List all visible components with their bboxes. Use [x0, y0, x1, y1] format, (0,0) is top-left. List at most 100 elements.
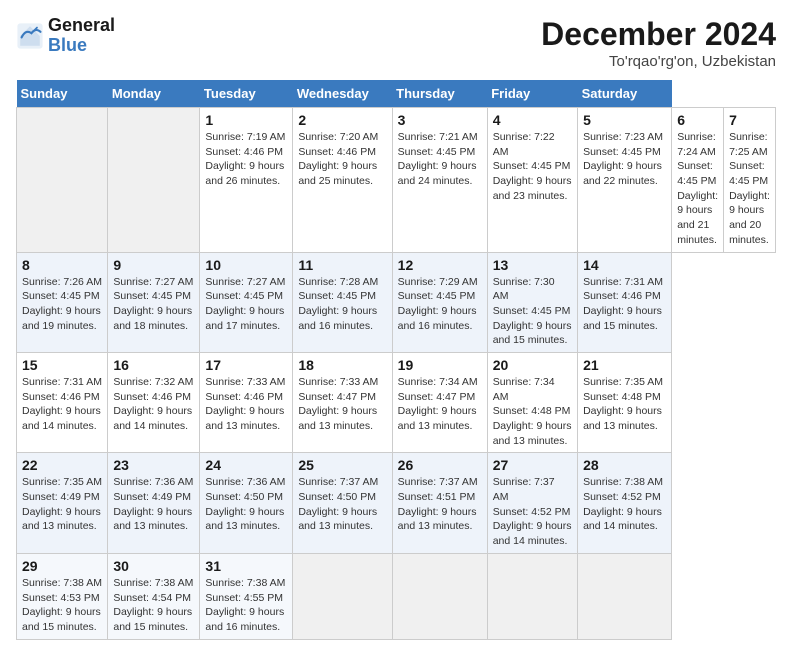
day-number: 5	[583, 112, 666, 128]
day-number: 19	[398, 357, 482, 373]
day-info: Sunrise: 7:38 AMSunset: 4:55 PMDaylight:…	[205, 576, 287, 635]
day-number: 9	[113, 257, 194, 273]
weekday-header-thursday: Thursday	[392, 80, 487, 108]
calendar-cell: 13 Sunrise: 7:30 AMSunset: 4:45 PMDayligh…	[487, 252, 577, 352]
logo-text: General Blue	[48, 16, 115, 56]
day-number: 18	[298, 357, 386, 373]
calendar-cell: 6 Sunrise: 7:24 AMSunset: 4:45 PMDaylight…	[672, 108, 724, 253]
day-number: 20	[493, 357, 572, 373]
logo: General Blue	[16, 16, 115, 56]
calendar-cell: 20 Sunrise: 7:34 AMSunset: 4:48 PMDayligh…	[487, 352, 577, 452]
day-info: Sunrise: 7:27 AMSunset: 4:45 PMDaylight:…	[205, 275, 287, 334]
calendar-week-row: 8Sunrise: 7:26 AMSunset: 4:45 PMDaylight…	[17, 252, 776, 352]
day-info: Sunrise: 7:35 AMSunset: 4:49 PMDaylight:…	[22, 475, 102, 534]
calendar-table: SundayMondayTuesdayWednesdayThursdayFrid…	[16, 80, 776, 640]
location-subtitle: To'rqao'rg'on, Uzbekistan	[541, 53, 776, 70]
calendar-cell	[293, 553, 392, 639]
calendar-cell: 29 Sunrise: 7:38 AMSunset: 4:53 PMDayligh…	[17, 553, 108, 639]
month-year-title: December 2024	[541, 16, 776, 53]
day-number: 17	[205, 357, 287, 373]
day-info: Sunrise: 7:33 AMSunset: 4:47 PMDaylight:…	[298, 375, 386, 434]
day-info: Sunrise: 7:33 AMSunset: 4:46 PMDaylight:…	[205, 375, 287, 434]
calendar-cell	[108, 108, 200, 253]
day-info: Sunrise: 7:32 AMSunset: 4:46 PMDaylight:…	[113, 375, 194, 434]
day-info: Sunrise: 7:36 AMSunset: 4:50 PMDaylight:…	[205, 475, 287, 534]
day-number: 24	[205, 457, 287, 473]
calendar-cell: 10 Sunrise: 7:27 AMSunset: 4:45 PMDayligh…	[200, 252, 293, 352]
day-number: 23	[113, 457, 194, 473]
weekday-header-wednesday: Wednesday	[293, 80, 392, 108]
calendar-cell: 11Sunrise: 7:28 AMSunset: 4:45 PMDayligh…	[293, 252, 392, 352]
day-number: 29	[22, 558, 102, 574]
calendar-cell: 15 Sunrise: 7:31 AMSunset: 4:46 PMDayligh…	[17, 352, 108, 452]
weekday-header-tuesday: Tuesday	[200, 80, 293, 108]
weekday-header-friday: Friday	[487, 80, 577, 108]
calendar-cell: 30 Sunrise: 7:38 AMSunset: 4:54 PMDayligh…	[108, 553, 200, 639]
calendar-cell: 18 Sunrise: 7:33 AMSunset: 4:47 PMDayligh…	[293, 352, 392, 452]
calendar-cell: 12 Sunrise: 7:29 AMSunset: 4:45 PMDayligh…	[392, 252, 487, 352]
calendar-cell: 17 Sunrise: 7:33 AMSunset: 4:46 PMDayligh…	[200, 352, 293, 452]
day-info: Sunrise: 7:27 AMSunset: 4:45 PMDaylight:…	[113, 275, 194, 334]
calendar-cell: 9 Sunrise: 7:27 AMSunset: 4:45 PMDaylight…	[108, 252, 200, 352]
day-info: Sunrise: 7:30 AMSunset: 4:45 PMDaylight:…	[493, 275, 572, 348]
calendar-cell: 7Sunrise: 7:25 AMSunset: 4:45 PMDaylight…	[724, 108, 776, 253]
day-info: Sunrise: 7:23 AMSunset: 4:45 PMDaylight:…	[583, 130, 666, 189]
day-number: 16	[113, 357, 194, 373]
day-number: 31	[205, 558, 287, 574]
calendar-cell	[392, 553, 487, 639]
day-info: Sunrise: 7:31 AMSunset: 4:46 PMDaylight:…	[22, 375, 102, 434]
calendar-header-row: SundayMondayTuesdayWednesdayThursdayFrid…	[17, 80, 776, 108]
day-info: Sunrise: 7:31 AMSunset: 4:46 PMDaylight:…	[583, 275, 666, 334]
day-info: Sunrise: 7:38 AMSunset: 4:53 PMDaylight:…	[22, 576, 102, 635]
day-number: 4	[493, 112, 572, 128]
day-number: 6	[677, 112, 718, 128]
day-number: 13	[493, 257, 572, 273]
calendar-cell	[17, 108, 108, 253]
day-number: 8	[22, 257, 102, 273]
day-info: Sunrise: 7:38 AMSunset: 4:54 PMDaylight:…	[113, 576, 194, 635]
calendar-cell: 16 Sunrise: 7:32 AMSunset: 4:46 PMDayligh…	[108, 352, 200, 452]
calendar-cell: 22 Sunrise: 7:35 AMSunset: 4:49 PMDayligh…	[17, 453, 108, 553]
title-block: December 2024 To'rqao'rg'on, Uzbekistan	[541, 16, 776, 70]
calendar-cell: 23 Sunrise: 7:36 AMSunset: 4:49 PMDayligh…	[108, 453, 200, 553]
day-number: 12	[398, 257, 482, 273]
calendar-cell: 21 Sunrise: 7:35 AMSunset: 4:48 PMDayligh…	[578, 352, 672, 452]
page-header: General Blue December 2024 To'rqao'rg'on…	[16, 16, 776, 70]
day-info: Sunrise: 7:37 AMSunset: 4:50 PMDaylight:…	[298, 475, 386, 534]
logo-icon	[16, 22, 44, 50]
calendar-week-row: 29 Sunrise: 7:38 AMSunset: 4:53 PMDayligh…	[17, 553, 776, 639]
calendar-cell: 27Sunrise: 7:37 AMSunset: 4:52 PMDayligh…	[487, 453, 577, 553]
day-number: 26	[398, 457, 482, 473]
day-info: Sunrise: 7:19 AMSunset: 4:46 PMDaylight:…	[205, 130, 287, 189]
day-info: Sunrise: 7:34 AMSunset: 4:48 PMDaylight:…	[493, 375, 572, 448]
day-number: 14	[583, 257, 666, 273]
day-info: Sunrise: 7:25 AMSunset: 4:45 PMDaylight:…	[729, 130, 770, 248]
day-number: 22	[22, 457, 102, 473]
weekday-header-sunday: Sunday	[17, 80, 108, 108]
calendar-cell: 4 Sunrise: 7:22 AMSunset: 4:45 PMDaylight…	[487, 108, 577, 253]
day-number: 21	[583, 357, 666, 373]
day-number: 30	[113, 558, 194, 574]
day-info: Sunrise: 7:38 AMSunset: 4:52 PMDaylight:…	[583, 475, 666, 534]
day-info: Sunrise: 7:35 AMSunset: 4:48 PMDaylight:…	[583, 375, 666, 434]
calendar-cell: 2Sunrise: 7:20 AMSunset: 4:46 PMDaylight…	[293, 108, 392, 253]
day-info: Sunrise: 7:36 AMSunset: 4:49 PMDaylight:…	[113, 475, 194, 534]
calendar-week-row: 15 Sunrise: 7:31 AMSunset: 4:46 PMDayligh…	[17, 352, 776, 452]
calendar-week-row: 1 Sunrise: 7:19 AMSunset: 4:46 PMDaylight…	[17, 108, 776, 253]
day-info: Sunrise: 7:24 AMSunset: 4:45 PMDaylight:…	[677, 130, 718, 248]
day-number: 10	[205, 257, 287, 273]
calendar-cell: 24 Sunrise: 7:36 AMSunset: 4:50 PMDayligh…	[200, 453, 293, 553]
calendar-cell: 1 Sunrise: 7:19 AMSunset: 4:46 PMDaylight…	[200, 108, 293, 253]
calendar-cell: 5 Sunrise: 7:23 AMSunset: 4:45 PMDaylight…	[578, 108, 672, 253]
calendar-cell: 3Sunrise: 7:21 AMSunset: 4:45 PMDaylight…	[392, 108, 487, 253]
calendar-cell	[487, 553, 577, 639]
day-info: Sunrise: 7:29 AMSunset: 4:45 PMDaylight:…	[398, 275, 482, 334]
calendar-cell: 28Sunrise: 7:38 AMSunset: 4:52 PMDayligh…	[578, 453, 672, 553]
day-number: 25	[298, 457, 386, 473]
calendar-cell: 14 Sunrise: 7:31 AMSunset: 4:46 PMDayligh…	[578, 252, 672, 352]
calendar-cell: 31 Sunrise: 7:38 AMSunset: 4:55 PMDayligh…	[200, 553, 293, 639]
day-number: 1	[205, 112, 287, 128]
day-info: Sunrise: 7:22 AMSunset: 4:45 PMDaylight:…	[493, 130, 572, 203]
day-number: 15	[22, 357, 102, 373]
day-info: Sunrise: 7:20 AMSunset: 4:46 PMDaylight:…	[298, 130, 386, 189]
